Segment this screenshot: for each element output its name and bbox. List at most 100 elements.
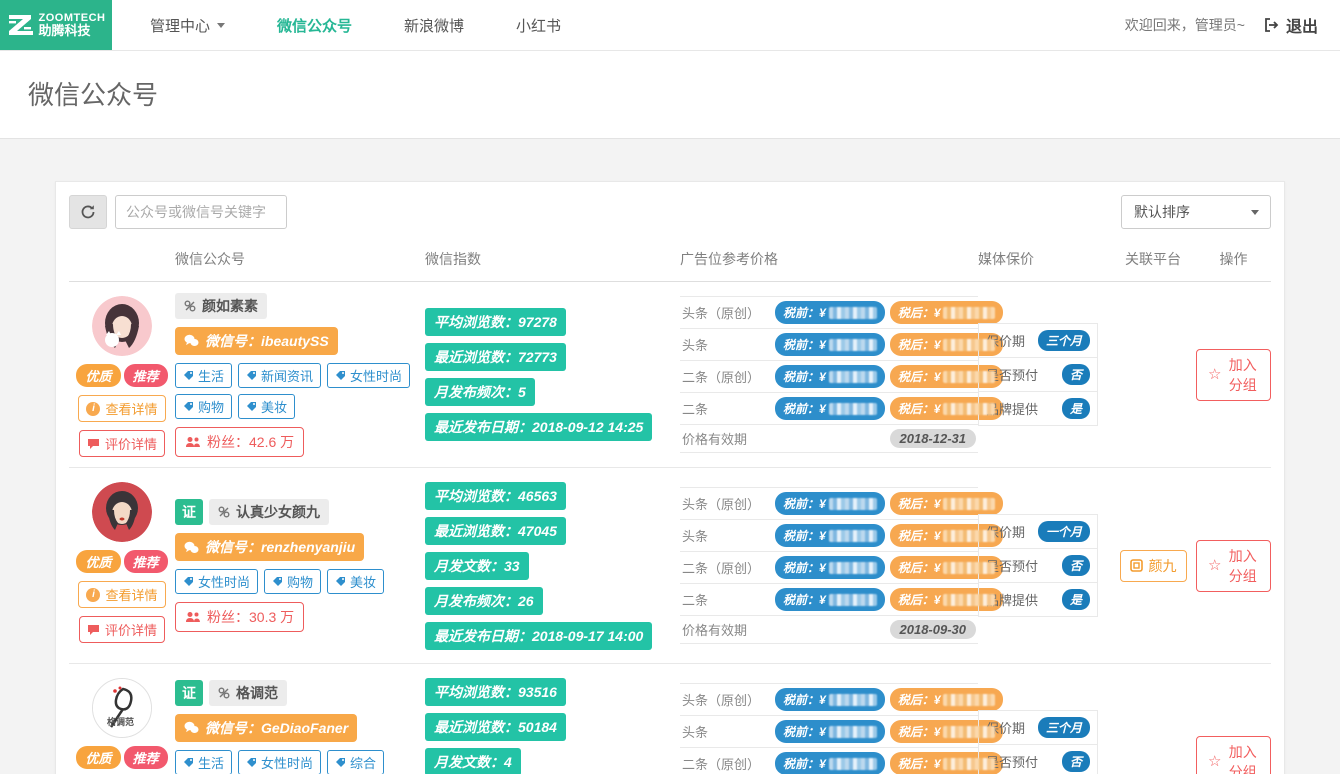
price-row-label: 二条 [682,399,770,418]
refresh-button[interactable] [69,195,107,229]
pretax-price-pill: 税前：¥ [775,365,885,388]
prepay-value: 否 [1062,364,1090,385]
category-tag[interactable]: 美妆 [238,394,295,419]
recommend-badge: 推荐 [124,550,168,573]
tag-label: 女性时尚 [350,366,402,385]
prepay-row: 是否预付 否 [979,549,1097,583]
category-tag[interactable]: 女性时尚 [175,569,258,594]
category-tag[interactable]: 生活 [175,363,232,388]
header-wechat-account: 微信公众号 [175,249,425,269]
category-tag[interactable]: 综合 [327,750,384,774]
table-row: 优质 推荐 i 查看详情 评价详情 证 [69,468,1271,664]
account-name[interactable]: 认真少女颜九 [209,499,329,525]
tag-label: 女性时尚 [198,572,250,591]
media-guarantee-box: 保价期 一个月 是否预付 否 品牌提供 是 [978,514,1098,617]
category-tag[interactable]: 新闻资讯 [238,363,321,388]
sort-selected-value: 默认排序 [1134,202,1190,222]
view-detail-button[interactable]: i 查看详情 [78,581,165,608]
tag-label: 综合 [350,753,376,772]
main-nav: 管理中心 微信公众号 新浪微博 小红书 [124,0,587,50]
account-name[interactable]: 格调范 [209,680,287,706]
brand-logo[interactable]: ZOOMTECH 助腾科技 [0,0,112,50]
review-detail-button[interactable]: 评价详情 [79,430,165,457]
category-tag[interactable]: 美妆 [327,569,384,594]
guarantee-period-row: 保价期 三个月 [979,324,1097,358]
chevron-down-icon [217,23,225,28]
guarantee-period-value: 三个月 [1038,717,1090,738]
account-name[interactable]: 颜如素素 [175,293,267,319]
logout-button[interactable]: 退出 [1263,13,1318,37]
grade-badges: 优质 推荐 [76,550,167,573]
pretax-label: 税前：¥ [783,400,826,417]
nav-admin-center[interactable]: 管理中心 [124,0,251,51]
blurred-price [943,594,995,606]
nav-xiaohongshu[interactable]: 小红书 [490,0,587,51]
header-linked-platform: 关联平台 [1110,249,1196,269]
fans-text: 粉丝：30.3 万 [207,607,294,627]
category-tags: 生活 女性时尚 综合 美妆 [175,750,415,774]
price-row: 头条（原创） 税前：¥ 税后：¥ [680,487,978,520]
linked-platform-button[interactable]: 颜九 [1120,550,1187,582]
join-group-button[interactable]: ☆ 加入分组 [1196,349,1271,401]
star-icon: ☆ [1208,558,1221,573]
fans-icon [185,436,201,448]
media-cell: 保价期 三个月 是否预付 否 品牌提供 是 [978,674,1110,774]
category-tag[interactable]: 女性时尚 [327,363,410,388]
category-tag[interactable]: 购物 [175,394,232,419]
category-tag[interactable]: 女性时尚 [238,750,321,774]
avatar-image [92,482,152,542]
nav-wechat-accounts[interactable]: 微信公众号 [251,0,378,51]
tag-icon [183,370,194,381]
view-detail-label: 查看详情 [105,399,157,418]
page-title: 微信公众号 [28,75,1340,112]
blurred-price [829,562,877,574]
wechat-id-text: 微信号：renzhenyanjiu [205,537,355,557]
brand-z-icon [7,12,33,38]
price-validity-label: 价格有效期 [682,429,770,448]
blurred-price [829,758,877,770]
fans-text: 粉丝：42.6 万 [207,432,294,452]
platform-cell [1110,674,1196,774]
link-icon [184,300,196,312]
pretax-price-pill: 税前：¥ [775,524,885,547]
star-icon: ☆ [1208,754,1221,769]
brand-name-cn: 助腾科技 [39,24,106,38]
chevron-down-icon [1251,210,1259,215]
avatar: 格调范 [92,678,152,738]
table-row: 格调范 优质 推荐 i 查看详情 评价详情 证 [69,664,1271,774]
avatar-cell: 优质 推荐 i 查看详情 评价详情 [69,292,175,457]
pretax-price-pill: 税前：¥ [775,397,885,420]
metric-badge: 最近浏览数：72773 [425,343,566,371]
account-name-line: 颜如素素 [175,293,267,319]
tag-icon [246,370,257,381]
price-row-label: 头条（原创） [682,494,770,513]
search-input[interactable] [115,195,287,229]
review-detail-button[interactable]: 评价详情 [79,616,165,643]
join-group-button[interactable]: ☆ 加入分组 [1196,736,1271,774]
nav-sina-weibo[interactable]: 新浪微博 [378,0,490,51]
review-detail-label: 评价详情 [105,620,157,639]
sort-select[interactable]: 默认排序 [1121,195,1271,229]
account-name-line: 证 格调范 [175,680,287,706]
brand-text: ZOOMTECH 助腾科技 [39,12,106,38]
tag-icon [183,401,194,412]
recommend-badge: 推荐 [124,364,168,387]
media-guarantee-box: 保价期 三个月 是否预付 否 品牌提供 是 [978,710,1098,774]
verified-badge: 证 [175,499,203,525]
pretax-price-pill: 税前：¥ [775,301,885,324]
metric-badge: 月发文数：33 [425,552,529,580]
media-guarantee-box: 保价期 三个月 是否预付 否 品牌提供 是 [978,323,1098,426]
posttax-label: 税后：¥ [898,527,941,544]
pretax-label: 税前：¥ [783,559,826,576]
navbar: ZOOMTECH 助腾科技 管理中心 微信公众号 新浪微博 小红书 欢迎回来，管… [0,0,1340,51]
join-group-label: 加入分组 [1226,355,1259,395]
category-tag[interactable]: 购物 [264,569,321,594]
view-detail-button[interactable]: i 查看详情 [78,395,165,422]
join-group-button[interactable]: ☆ 加入分组 [1196,540,1271,592]
tag-label: 购物 [287,572,313,591]
blurred-price [943,307,995,319]
index-cell: 平均浏览数：97278 最近浏览数：72773 月发布频次：5 最近发布日期：2… [425,292,680,457]
category-tag[interactable]: 生活 [175,750,232,774]
wechat-icon [184,721,199,734]
page-header: 微信公众号 [0,51,1340,139]
